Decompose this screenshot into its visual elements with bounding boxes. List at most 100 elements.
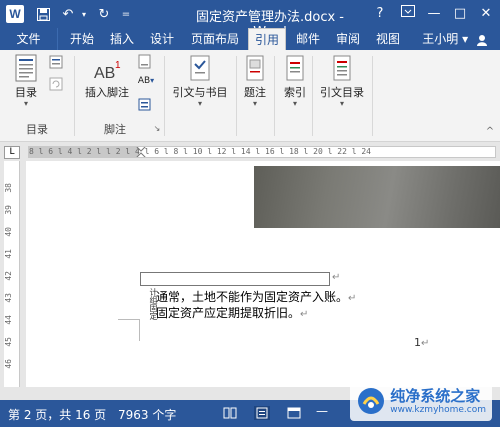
ribbon-separator [236, 56, 237, 136]
tab-design[interactable]: 设计 [144, 28, 180, 50]
user-name: 王小明 [422, 32, 459, 46]
title-bar: W ↶ ▾ ↻ = 固定资产管理办法.docx - Word ? — □ ✕ [0, 0, 500, 40]
tab-references[interactable]: 引用 [248, 28, 286, 50]
watermark-logo-icon [358, 388, 385, 414]
group-label-footnotes: 脚注 [104, 123, 126, 136]
customize-quick-access-button[interactable]: = [120, 4, 132, 24]
add-text-button[interactable] [44, 54, 70, 73]
endnote-icon [138, 54, 151, 69]
ribbon-separator [274, 56, 275, 136]
tab-page-layout[interactable]: 页面布局 [184, 28, 246, 50]
read-mode-button[interactable] [222, 406, 238, 420]
undo-icon: ↶ [62, 6, 74, 22]
citation-icon [190, 55, 210, 81]
document-page[interactable]: ↵ 计组固定 通常，土地不能作为固定资产入账。↵ 固定资产应定期提取折旧。↵ 1… [26, 161, 500, 387]
captions-caret-icon: ▾ [252, 99, 257, 108]
undo-dropdown[interactable]: ▾ [80, 4, 88, 24]
v-tick: 40 [4, 227, 13, 237]
close-button[interactable]: ✕ [474, 4, 498, 24]
watermark: 纯净系统之家 www.kzmyhome.com [350, 381, 492, 421]
add-text-icon [49, 55, 63, 69]
indent-marker-icon[interactable] [135, 146, 147, 158]
insert-endnote-button[interactable] [134, 54, 156, 73]
zoom-out-button[interactable]: — [316, 404, 328, 418]
insert-footnote-label: 插入脚注 [85, 86, 129, 99]
update-table-button[interactable] [44, 76, 70, 95]
insert-footnote-button[interactable]: AB 1 插入脚注 [80, 58, 134, 100]
v-tick: 41 [4, 249, 13, 259]
undo-button[interactable]: ↶ [58, 4, 78, 24]
vertical-ruler: 38 39 40 41 42 43 44 45 46 [4, 161, 20, 387]
index-label: 索引 [284, 86, 306, 99]
citations-label: 引文与书目 [172, 86, 228, 99]
ribbon-separator [164, 56, 165, 136]
svg-text:AB: AB [94, 65, 115, 82]
ruler-strip[interactable]: 8 l 6 l 4 l 2 l l 2 l 4 l 6 l 8 l 10 l 1… [28, 146, 496, 158]
user-account[interactable]: 王小明 ▾ [422, 28, 488, 50]
next-footnote-button[interactable]: AB▾ [134, 76, 158, 86]
save-icon [36, 7, 50, 21]
tab-mailings[interactable]: 邮件 [290, 28, 326, 50]
paragraph-line-2[interactable]: 固定资产应定期提取折旧。↵ [156, 304, 308, 321]
redo-icon: ↻ [98, 6, 110, 22]
margin-crop-mark [118, 319, 140, 320]
table-of-authorities-button[interactable]: 引文目录 ▾ [314, 54, 370, 108]
ribbon: 目录 ▾ 目录 AB 1 插入脚注 AB▾ 脚注 ↘ 引文与书目 ▾ 题注 ▾ … [0, 50, 500, 142]
toa-caret-icon: ▾ [339, 99, 344, 108]
redo-button[interactable]: ↻ [94, 4, 114, 24]
citations-bibliography-button[interactable]: 引文与书目 ▾ [168, 54, 232, 108]
tab-home[interactable]: 开始 [64, 28, 100, 50]
table-of-authorities-icon [333, 55, 351, 81]
paragraph-line-2-text: 固定资产应定期提取折旧。 [156, 306, 301, 320]
ruler-ticks: 8 l 6 l 4 l 2 l l 2 l 4 l 6 l 8 l 10 l 1… [29, 147, 371, 156]
v-tick: 46 [4, 359, 13, 369]
tab-review[interactable]: 审阅 [330, 28, 366, 50]
paragraph-line-1[interactable]: 通常，土地不能作为固定资产入账。↵ [156, 288, 356, 305]
index-button[interactable]: 索引 ▾ [278, 54, 312, 108]
print-layout-button[interactable] [254, 406, 270, 420]
horizontal-ruler: L 8 l 6 l 4 l 2 l l 2 l 4 l 6 l 8 l 10 l… [0, 143, 500, 161]
word-logo-icon[interactable]: W [6, 5, 24, 23]
user-avatar-icon [477, 34, 487, 46]
index-caret-icon: ▾ [292, 99, 297, 108]
page-count[interactable]: 第 2 页，共 16 页 [8, 406, 106, 423]
minimize-button[interactable]: — [422, 4, 446, 24]
collapse-ribbon-button[interactable]: ^ [484, 126, 496, 137]
v-tick: 44 [4, 315, 13, 325]
table-of-contents-icon [15, 54, 37, 82]
citations-caret-icon: ▾ [197, 99, 202, 108]
caption-icon [246, 55, 264, 81]
show-notes-button[interactable] [134, 98, 156, 115]
footnote-dialog-launcher[interactable]: ↘ [152, 124, 162, 133]
user-caret-icon: ▾ [462, 32, 469, 46]
v-tick: 38 [4, 183, 13, 193]
table-of-authorities-label: 引文目录 [320, 86, 364, 99]
show-notes-icon [138, 98, 151, 111]
paragraph-line-1-text: 通常，土地不能作为固定资产入账。 [156, 290, 349, 304]
toc-button[interactable]: 目录 ▾ [4, 54, 48, 108]
text-box[interactable] [140, 272, 330, 286]
maximize-button[interactable]: □ [448, 4, 472, 24]
page-number: 1↵ [414, 336, 430, 349]
watermark-url: www.kzmyhome.com [390, 404, 486, 415]
paragraph-mark: ↵ [348, 293, 357, 304]
ribbon-display-options-button[interactable] [396, 4, 420, 24]
web-layout-button[interactable] [286, 406, 302, 420]
help-button[interactable]: ? [368, 4, 392, 24]
document-area[interactable]: ↵ 计组固定 通常，土地不能作为固定资产入账。↵ 固定资产应定期提取折旧。↵ 1… [22, 161, 500, 387]
tab-view[interactable]: 视图 [370, 28, 406, 50]
captions-button[interactable]: 题注 ▾ [240, 54, 270, 108]
toc-caret-icon: ▾ [23, 99, 28, 108]
update-table-icon [49, 77, 63, 91]
word-count[interactable]: 7963 个字 [118, 406, 176, 423]
web-layout-icon [287, 407, 301, 419]
ribbon-separator [372, 56, 373, 136]
document-image[interactable] [254, 166, 500, 228]
footnote-icon: AB 1 [94, 60, 121, 82]
tab-insert[interactable]: 插入 [104, 28, 140, 50]
tab-selector[interactable]: L [4, 146, 20, 159]
margin-crop-mark [139, 319, 140, 341]
save-button[interactable] [34, 4, 52, 24]
read-mode-icon [223, 407, 237, 419]
tab-file[interactable]: 文件 [0, 28, 58, 50]
